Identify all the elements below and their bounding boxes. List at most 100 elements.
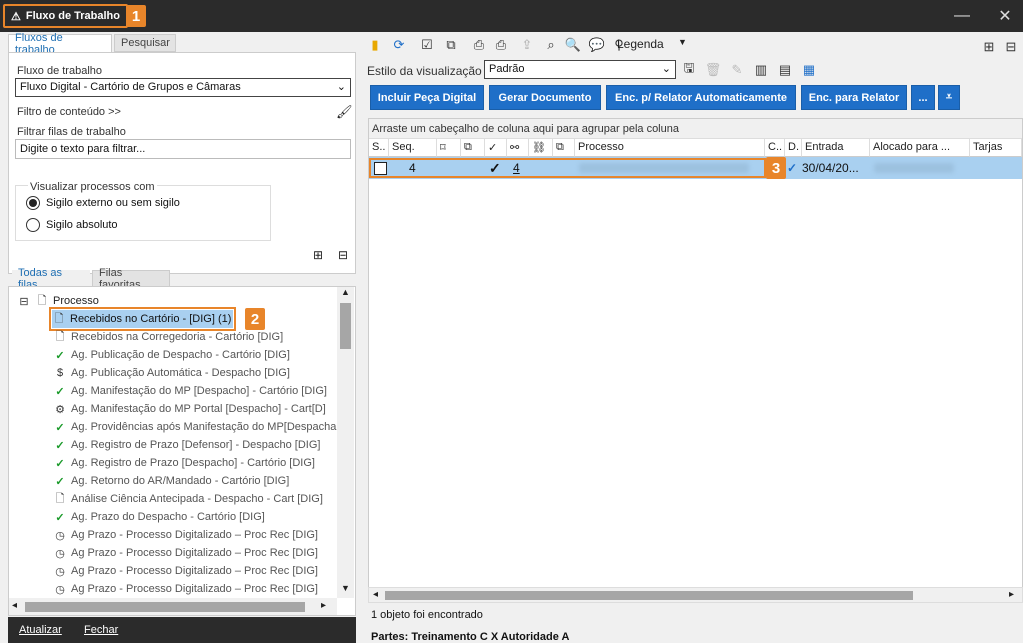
generate-document-button[interactable]: Gerar Documento <box>489 85 601 110</box>
tree-item[interactable]: ◷ Ag Prazo - Processo Digitalizado – Proc… <box>53 562 318 580</box>
grid-horizontal-scrollbar[interactable]: ◂ ▸ <box>368 587 1023 603</box>
tree-item[interactable]: ✓ Ag. Registro de Prazo [Defensor] - Desp… <box>53 436 320 454</box>
include-digital-piece-button[interactable]: Incluir Peça Digital <box>370 85 484 110</box>
close-button[interactable]: Fechar <box>84 624 118 636</box>
copy-col-icon[interactable]: ⧉ <box>553 139 575 157</box>
tree-item[interactable]: 🗋 Recebidos na Corregedoria - Cartório [D… <box>53 328 284 346</box>
tree-horizontal-scrollbar[interactable]: ◂ ▸ <box>9 598 337 615</box>
print-all-icon[interactable]: ⎙ <box>492 36 510 54</box>
column-header-seq[interactable]: Seq. <box>389 139 437 157</box>
broom-icon[interactable]: 🖌 <box>336 104 353 120</box>
table-row[interactable]: 4 ✓ 4 ✓ 30/04/20... <box>369 157 1022 179</box>
checklist-icon[interactable]: ☑ <box>418 36 436 54</box>
tree-item[interactable]: ✓ Ag. Providências após Manifestação do M… <box>53 418 336 436</box>
view-style-select[interactable]: Padrão ⌄ <box>484 60 676 79</box>
tab-pesquisar[interactable]: Pesquisar <box>114 34 176 52</box>
column-header-alocado[interactable]: Alocado para ... <box>870 139 970 157</box>
refresh-icon[interactable]: ⟳ <box>390 36 408 54</box>
scroll-up-icon[interactable]: ▲ <box>337 287 354 301</box>
tree-item[interactable]: ◷ Ag Prazo - Processo Digitalizado – Proc… <box>53 580 318 598</box>
chevron-down-icon: ⌄ <box>661 63 671 75</box>
data-grid: Arraste um cabeçalho de coluna aqui para… <box>368 118 1023 600</box>
workflow-select[interactable]: Fluxo Digital - Cartório de Grupos e Câm… <box>15 78 351 97</box>
search-icon[interactable]: 🔍 <box>564 36 582 54</box>
export-icon[interactable]: ⇪ <box>518 36 536 54</box>
tree-item[interactable]: ◷ Ag Prazo - Processo Digitalizado – Proc… <box>53 526 318 544</box>
refresh-button[interactable]: Atualizar <box>19 624 62 636</box>
scroll-thumb[interactable] <box>25 602 305 612</box>
tree-item[interactable]: 🗋 Análise Ciência Antecipada - Despacho -… <box>53 490 323 508</box>
tree-item[interactable]: ✓ Ag. Prazo do Despacho - Cartório [DIG] <box>53 508 264 526</box>
title-bar: ⚠ Fluxo de Trabalho 1 — ✕ <box>0 0 1023 32</box>
link-col-icon[interactable]: ⛓ <box>529 139 553 157</box>
tree-collapse-icon[interactable]: ⊟ <box>1002 38 1020 56</box>
scroll-right-icon[interactable]: ▸ <box>1009 589 1014 600</box>
bottom-action-bar: Atualizar Fechar <box>8 617 356 643</box>
tree-item[interactable]: $ Ag. Publicação Automática - Despacho [D… <box>53 364 290 382</box>
delete-icon[interactable]: 🗑 <box>704 61 722 79</box>
queue-filter-input[interactable]: Digite o texto para filtrar... <box>15 139 351 159</box>
more-actions-button[interactable]: ... <box>911 85 935 110</box>
column-header-s[interactable]: S.. <box>369 139 389 157</box>
column-header-d[interactable]: D. <box>785 139 802 157</box>
bookmark-icon[interactable]: ▮ <box>366 36 384 54</box>
row-seq: 4 <box>409 161 416 175</box>
check-col-icon[interactable]: ✓ <box>485 139 507 157</box>
hierarchy-col-icon[interactable]: ⚯ <box>507 139 529 157</box>
columns-icon[interactable]: ▥ <box>752 61 770 79</box>
tree-vertical-scrollbar[interactable]: ▲ ▼ <box>337 287 354 598</box>
tree-expand-icon[interactable]: ⊞ <box>980 38 998 56</box>
scroll-thumb[interactable] <box>340 303 351 349</box>
tab-fluxos[interactable]: Fluxos de trabalho <box>8 32 112 56</box>
scroll-left-icon[interactable]: ◂ <box>12 600 17 611</box>
report-icon[interactable]: ▤ <box>776 61 794 79</box>
minimize-button[interactable]: — <box>950 6 974 26</box>
scroll-down-icon[interactable]: ▼ <box>337 583 354 597</box>
column-header-tarjas[interactable]: Tarjas <box>970 139 1022 157</box>
tree-item[interactable]: ✓ Ag. Retorno do AR/Mandado - Cartório [D… <box>53 472 289 490</box>
tree-item-selected[interactable]: 🗋 Recebidos no Cartório - [DIG] (1) <box>48 307 237 331</box>
tree-expand-icon[interactable]: ⊞ <box>313 248 323 262</box>
scroll-thumb[interactable] <box>385 591 913 600</box>
menu-dropdown-icon[interactable]: ⩡ <box>938 85 960 110</box>
scroll-left-icon[interactable]: ◂ <box>373 589 378 600</box>
column-header-entrada[interactable]: Entrada <box>802 139 870 157</box>
callout-badge-1: 1 <box>126 5 146 27</box>
copy-icon[interactable]: ⧉ <box>442 36 460 54</box>
legend-dropdown-icon[interactable]: ▼ <box>678 37 687 47</box>
parts-text: Partes: Treinamento C X Autoridade A <box>371 631 570 643</box>
window-title[interactable]: ⚠ Fluxo de Trabalho <box>3 4 128 28</box>
content-filter-link[interactable]: Filtro de conteúdo >> <box>17 106 121 118</box>
right-panel: ▮ ⟳ ☑ ⧉ ⎙ ⎙ ⇪ ⌕ 🔍 💬 ⚲ Legenda ▼ ⊞ ⊟ Esti… <box>364 34 1023 643</box>
tree-collapse-icon[interactable]: ⊟ <box>338 248 348 262</box>
search-doc-icon[interactable]: ⌕ <box>542 36 560 54</box>
tree-item[interactable]: ✓ Ag. Registro de Prazo [Despacho] - Cart… <box>53 454 315 472</box>
save-icon[interactable]: 🖫 <box>680 60 698 79</box>
column-header-processo[interactable]: Processo <box>575 139 765 157</box>
scroll-right-icon[interactable]: ▸ <box>321 600 326 611</box>
radio-sigilo-externo[interactable]: Sigilo externo ou sem sigilo <box>26 196 180 210</box>
tree-root[interactable]: ⊟ 🗋 Processo <box>17 292 98 310</box>
close-window-button[interactable]: ✕ <box>993 6 1017 26</box>
tree-item[interactable]: ◷ Ag Prazo - Processo Digitalizado – Proc… <box>53 544 318 562</box>
print-icon[interactable]: ⎙ <box>470 36 488 54</box>
radio-circle <box>26 218 40 232</box>
callout-badge-2: 2 <box>245 308 265 330</box>
edit-icon[interactable]: ✎ <box>728 61 746 79</box>
tree-item[interactable]: ⚙ Ag. Manifestação do MP Portal [Despacho… <box>53 400 326 418</box>
document-icon: 🗋 <box>55 330 65 343</box>
tree-item[interactable]: ✓ Ag. Manifestação do MP [Despacho] - Car… <box>53 382 327 400</box>
column-header-c[interactable]: C.. <box>765 139 785 157</box>
row-count-link[interactable]: 4 <box>513 157 520 179</box>
layout-icon[interactable]: ▦ <box>800 61 818 79</box>
docs-col-icon[interactable]: ⧉ <box>461 139 485 157</box>
collapse-icon[interactable]: ⊟ <box>17 294 31 308</box>
radio-sigilo-absoluto[interactable]: Sigilo absoluto <box>26 218 118 232</box>
comment-icon[interactable]: 💬 <box>588 36 606 54</box>
forward-relator-button[interactable]: Enc. para Relator <box>801 85 907 110</box>
legend-button[interactable]: Legenda <box>617 37 664 51</box>
row-checkbox[interactable] <box>374 157 387 179</box>
forward-relator-auto-button[interactable]: Enc. p/ Relator Automaticamente <box>606 85 796 110</box>
tree-item[interactable]: ✓ Ag. Publicação de Despacho - Cartório [… <box>53 346 290 364</box>
bookmark-col-icon[interactable]: ⌑ <box>437 139 461 157</box>
